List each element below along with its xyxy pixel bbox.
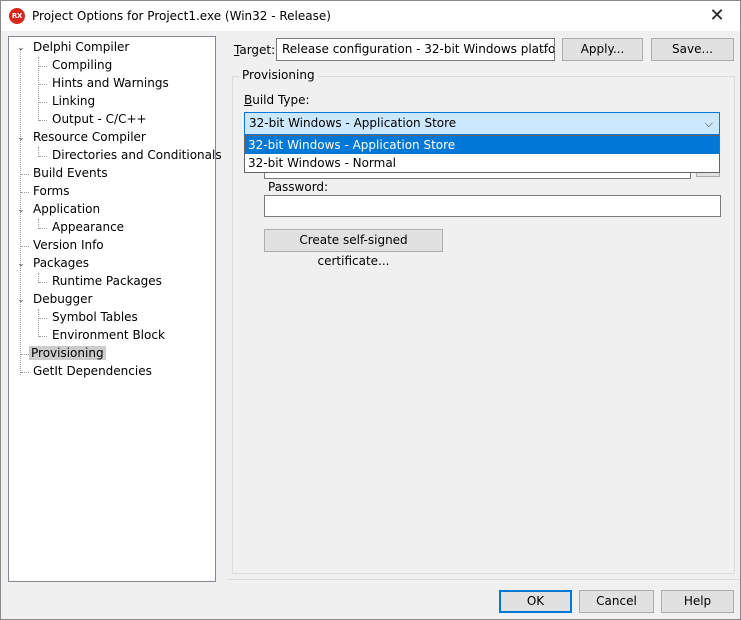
apply-button[interactable]: Apply... bbox=[562, 38, 643, 61]
tree-item-label: Output - C/C++ bbox=[52, 112, 147, 126]
tree-connector-line bbox=[38, 309, 39, 337]
tree-item-debugger[interactable]: Debugger bbox=[31, 291, 94, 308]
chevron-down-icon[interactable]: ⌄ bbox=[16, 295, 26, 305]
tree-item-label: Resource Compiler bbox=[33, 130, 146, 144]
tree-item-runtime-packages[interactable]: Runtime Packages bbox=[50, 273, 164, 290]
tree-item-symbol-tables[interactable]: Symbol Tables bbox=[50, 309, 140, 326]
tree-connector-line bbox=[21, 192, 29, 193]
build-type-option-application-store[interactable]: 32-bit Windows - Application Store bbox=[245, 136, 719, 154]
ok-button[interactable]: OK bbox=[499, 590, 572, 613]
tree-connector-line bbox=[39, 120, 47, 121]
target-select[interactable]: Release configuration - 32-bit Windows p… bbox=[276, 38, 555, 61]
tree-connector-line bbox=[39, 282, 47, 283]
target-label: Target: bbox=[234, 43, 275, 57]
save-button[interactable]: Save... bbox=[651, 38, 734, 61]
cancel-button[interactable]: Cancel bbox=[579, 590, 654, 613]
rad-studio-icon: RX bbox=[9, 8, 25, 24]
tree-item-label: Delphi Compiler bbox=[33, 40, 130, 54]
tree-connector-line bbox=[39, 102, 47, 103]
build-type-label-text: uild Type: bbox=[252, 93, 310, 107]
help-button[interactable]: Help bbox=[661, 590, 734, 613]
tree-item-resource-compiler[interactable]: Resource Compiler bbox=[31, 129, 148, 146]
tree-connector-line bbox=[39, 156, 47, 157]
tree-item-label: Provisioning bbox=[29, 346, 106, 360]
tree-item-label: Linking bbox=[52, 94, 96, 108]
project-options-dialog: RX Project Options for Project1.exe (Win… bbox=[0, 0, 741, 620]
chevron-down-icon[interactable]: ⌄ bbox=[16, 259, 26, 269]
tree-item-label: Compiling bbox=[52, 58, 113, 72]
build-type-label-accelerator: B bbox=[244, 93, 253, 107]
chevron-down-icon[interactable]: ⌄ bbox=[16, 133, 26, 143]
build-type-dropdown: 32-bit Windows - Application Store 32-bi… bbox=[244, 135, 720, 173]
tree-item-label: Debugger bbox=[33, 292, 93, 306]
tree-item-application[interactable]: Application bbox=[31, 201, 102, 218]
tree-connector-line bbox=[39, 228, 47, 229]
chevron-down-icon[interactable]: ⌄ bbox=[16, 205, 26, 215]
tree-item-build-events[interactable]: Build Events bbox=[31, 165, 110, 182]
tree-item-label: Build Events bbox=[33, 166, 108, 180]
tree-item-label: Runtime Packages bbox=[52, 274, 162, 288]
tree-item-directories-and-conditionals[interactable]: Directories and Conditionals bbox=[50, 147, 224, 164]
tree-item-forms[interactable]: Forms bbox=[31, 183, 71, 200]
tree-item-provisioning[interactable]: Provisioning bbox=[29, 345, 106, 362]
tree-item-label: Appearance bbox=[52, 220, 125, 234]
tree-item-hints-and-warnings[interactable]: Hints and Warnings bbox=[50, 75, 171, 92]
tree-connector-line bbox=[39, 66, 47, 67]
tree-item-environment-block[interactable]: Environment Block bbox=[50, 327, 167, 344]
tree-item-compiling[interactable]: Compiling bbox=[50, 57, 114, 74]
tree-item-delphi-compiler[interactable]: Delphi Compiler bbox=[31, 39, 131, 56]
tree-connector-line bbox=[21, 354, 29, 355]
options-tree[interactable]: ⌄ Delphi Compiler Compiling Hints and Wa… bbox=[8, 36, 222, 582]
tree-item-linking[interactable]: Linking bbox=[50, 93, 97, 110]
password-label: Password: bbox=[268, 180, 329, 194]
tree-item-label: Forms bbox=[33, 184, 70, 198]
build-type-label: Build Type: bbox=[244, 93, 310, 107]
tree-item-label: Hints and Warnings bbox=[52, 76, 169, 90]
target-label-text: arget: bbox=[239, 43, 276, 57]
tree-item-label: Packages bbox=[33, 256, 89, 270]
build-type-option-normal[interactable]: 32-bit Windows - Normal bbox=[245, 154, 719, 172]
footer-divider bbox=[228, 579, 740, 580]
tree-connector-line bbox=[21, 174, 29, 175]
tree-connector-line bbox=[39, 336, 47, 337]
tree-item-output-c-cpp[interactable]: Output - C/C++ bbox=[50, 111, 149, 128]
chevron-down-icon: ⌵ bbox=[540, 43, 549, 56]
tree-item-label: Version Info bbox=[33, 238, 104, 252]
build-type-select[interactable]: 32-bit Windows - Application Store ⌵ bbox=[244, 112, 720, 135]
tree-connector-line bbox=[39, 84, 47, 85]
tree-connector-line bbox=[21, 246, 29, 247]
close-icon[interactable]: ✕ bbox=[694, 1, 740, 31]
tree-item-appearance[interactable]: Appearance bbox=[50, 219, 126, 236]
password-field[interactable] bbox=[264, 195, 721, 217]
tree-item-label: Symbol Tables bbox=[52, 310, 138, 324]
tree-connector-line bbox=[21, 372, 29, 373]
tree-item-label: GetIt Dependencies bbox=[33, 364, 152, 378]
target-select-value: Release configuration - 32-bit Windows p… bbox=[282, 42, 555, 56]
window-title: Project Options for Project1.exe (Win32 … bbox=[32, 9, 331, 23]
provisioning-group-title: Provisioning bbox=[239, 68, 318, 82]
chevron-down-icon: ⌵ bbox=[704, 117, 713, 130]
tree-item-version-info[interactable]: Version Info bbox=[31, 237, 106, 254]
create-self-signed-certificate-button[interactable]: Create self-signed certificate... bbox=[264, 229, 443, 268]
chevron-down-icon[interactable]: ⌄ bbox=[16, 43, 26, 53]
build-type-select-value: 32-bit Windows - Application Store bbox=[249, 116, 457, 130]
tree-item-getit-dependencies[interactable]: GetIt Dependencies bbox=[31, 363, 154, 380]
tree-connector-line bbox=[39, 318, 47, 319]
tree-item-label: Directories and Conditionals bbox=[52, 148, 222, 162]
tree-item-packages[interactable]: Packages bbox=[31, 255, 91, 272]
title-bar: RX Project Options for Project1.exe (Win… bbox=[1, 1, 740, 31]
tree-item-label: Application bbox=[33, 202, 101, 216]
tree-item-label: Environment Block bbox=[52, 328, 165, 342]
